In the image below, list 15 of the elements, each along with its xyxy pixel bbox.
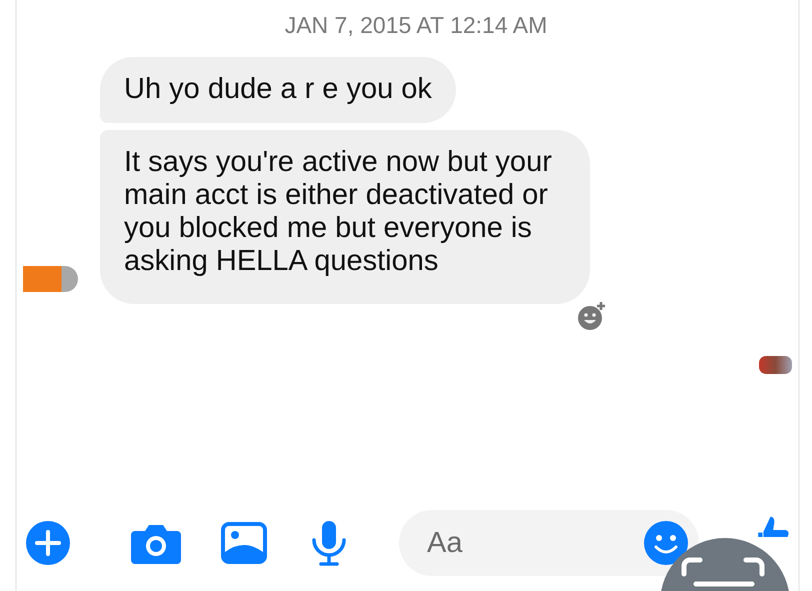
message-input-field[interactable]: Aa bbox=[399, 510, 699, 576]
microphone-button[interactable] bbox=[311, 520, 347, 566]
read-receipt-avatar bbox=[759, 356, 792, 374]
camera-button[interactable] bbox=[131, 522, 181, 564]
gallery-button[interactable] bbox=[221, 522, 267, 564]
add-button[interactable] bbox=[25, 520, 71, 566]
image-icon bbox=[221, 522, 267, 564]
plus-icon bbox=[25, 520, 71, 566]
microphone-icon bbox=[311, 520, 347, 566]
smiley-plus-icon bbox=[577, 301, 607, 331]
camera-icon bbox=[131, 522, 181, 564]
message-bubble: It says you're active now but your main acct is either deactivated or you blocked me but everyone is asking HELLA questions bbox=[100, 130, 590, 304]
message-bubble: Uh yo dude a r e you ok bbox=[100, 57, 456, 123]
avatar-photo-placeholder bbox=[23, 266, 78, 292]
timestamp: JAN 7, 2015 AT 12:14 AM bbox=[284, 12, 548, 39]
